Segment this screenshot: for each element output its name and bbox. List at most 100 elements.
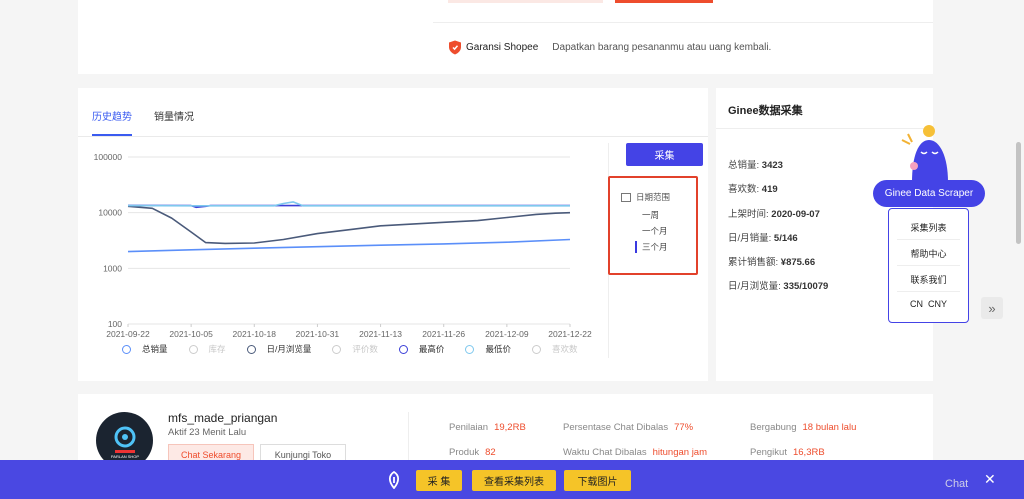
stat-value: ¥875.66	[780, 257, 816, 268]
divider	[433, 22, 933, 23]
x-tick-label: 2021-09-22	[106, 329, 150, 339]
legend-dot	[246, 344, 256, 354]
y-tick-label: 100	[108, 319, 122, 329]
stat-value: 419	[761, 184, 778, 195]
legend-total-sales[interactable]: 总销量	[122, 343, 168, 355]
metric-label: Waktu Chat Dibalas	[563, 447, 647, 458]
shield-icon	[449, 40, 461, 55]
trend-line-chart: 100000 10000 1000 1002021-09-22 2021-10-05 20…	[94, 152, 592, 339]
legend-dot	[531, 344, 541, 354]
metric-followers: Pengikut 16,3RB	[750, 447, 825, 458]
stat-label: 累计销售额:	[728, 257, 779, 268]
add-to-cart-button[interactable]	[448, 0, 603, 3]
metric-label: Bergabung	[750, 422, 797, 433]
x-tick-label: 2021-11-13	[359, 329, 402, 339]
legend-label: 最低价	[485, 344, 511, 354]
ginee-scraper-badge[interactable]: Ginee Data Scraper	[873, 180, 985, 207]
legend-min-price[interactable]: 最低价	[465, 343, 511, 355]
expand-chevron-icon[interactable]: »	[981, 297, 1003, 319]
metric-value: hitungan jam	[652, 447, 708, 458]
legend-dot	[122, 344, 131, 354]
metric-ratings: Penilaian 19,2RB	[449, 422, 526, 433]
legend-views[interactable]: 日/月浏览量	[246, 343, 312, 355]
menu-divider	[897, 265, 960, 266]
avatar-text: PARLAN SHOP	[110, 454, 138, 459]
y-tick-label: 100000	[94, 152, 123, 162]
series-line-3	[127, 201, 570, 207]
view-collect-list-button[interactable]: 查看采集列表	[472, 470, 556, 491]
stat-label: 日/月浏览量:	[728, 281, 781, 292]
guarantee-title: Garansi Shopee	[466, 42, 539, 53]
tabs-divider	[78, 136, 708, 137]
date-range-title: 日期范围	[621, 191, 670, 203]
chat-button[interactable]: Chat	[945, 478, 968, 490]
menu-item-contact-us[interactable]: 联系我们	[889, 273, 968, 286]
legend-reviews[interactable]: 评价数	[332, 343, 378, 355]
metric-value: 18 bulan lalu	[802, 422, 857, 433]
legend-max-price[interactable]: 最高价	[398, 343, 445, 355]
x-tick-label: 2021-12-22	[548, 329, 592, 339]
legend-dot	[398, 344, 408, 354]
legend-dot	[465, 344, 475, 354]
stat-value: 3423	[761, 160, 783, 171]
stat-total-revenue: 累计销售额: ¥875.66	[728, 254, 815, 268]
range-option-month[interactable]: 一个月	[636, 225, 668, 237]
shop-name[interactable]: mfs_made_priangan	[168, 411, 277, 425]
range-option-three-months[interactable]: 三个月	[635, 241, 668, 253]
metric-value: 16,3RB	[792, 447, 825, 458]
stat-label: 日/月销量:	[728, 233, 772, 244]
shop-active-status: Aktif 23 Menit Lalu	[168, 427, 247, 438]
tab-history-trend[interactable]: 历史趋势	[92, 108, 132, 136]
download-images-button[interactable]: 下载图片	[564, 470, 631, 491]
stat-label: 喜欢数:	[728, 184, 760, 195]
stat-label: 上架时间:	[728, 209, 769, 220]
buy-now-button[interactable]	[615, 0, 713, 3]
ginee-mascot-icon[interactable]	[896, 122, 956, 187]
shop-logo-icon: PARLAN SHOP	[110, 426, 139, 459]
series-line-0	[127, 238, 571, 253]
x-tick-label: 2021-12-09	[485, 329, 529, 339]
stat-value: 335/10079	[783, 281, 829, 292]
metric-label: Persentase Chat Dibalas	[563, 422, 669, 433]
stat-daily-monthly-sales: 日/月销量: 5/146	[728, 230, 798, 244]
series-line-1	[127, 205, 571, 245]
date-range-label: 日期范围	[636, 192, 671, 202]
metric-chat-response-time: Waktu Chat Dibalas hitungan jam	[563, 447, 707, 458]
menu-divider	[897, 239, 960, 240]
ginee-logo-icon	[388, 471, 400, 489]
date-range-selector: 日期范围 一周 一个月 三个月	[608, 176, 698, 275]
stat-views: 日/月浏览量: 335/10079	[728, 278, 828, 292]
legend-label: 喜欢数	[551, 344, 578, 354]
x-tick-label: 2021-10-05	[169, 329, 213, 339]
legend-label: 日/月浏览量	[266, 344, 312, 354]
menu-item-collect-list[interactable]: 采集列表	[889, 221, 968, 234]
metric-value: 82	[485, 447, 496, 458]
metric-joined: Bergabung 18 bulan lalu	[750, 422, 856, 433]
x-tick-label: 2021-10-31	[296, 329, 340, 339]
metric-products: Produk 82	[449, 447, 496, 458]
scraper-menu: 采集列表 帮助中心 联系我们 CN CNY	[888, 208, 969, 323]
legend-likes[interactable]: 喜欢数	[531, 343, 578, 355]
tab-sales[interactable]: 销量情况	[154, 108, 194, 136]
shopee-guarantee: Garansi Shopee Dapatkan barang pesananmu…	[448, 40, 771, 55]
metric-chat-response-rate: Persentase Chat Dibalas 77%	[563, 422, 693, 433]
legend-stock[interactable]: 库存	[188, 343, 226, 355]
chart-legend: 总销量 库存 日/月浏览量 评价数 最高价 最低价 喜欢数	[122, 343, 598, 355]
stat-likes: 喜欢数: 419	[728, 181, 778, 195]
range-option-week[interactable]: 一周	[636, 209, 659, 221]
menu-item-help-center[interactable]: 帮助中心	[889, 247, 968, 260]
ginee-title: Ginee数据采集	[728, 105, 803, 117]
menu-item-language-currency[interactable]: CN CNY	[889, 299, 968, 309]
legend-label: 评价数	[352, 344, 378, 354]
legend-label: 最高价	[418, 344, 445, 354]
close-icon[interactable]: ✕	[984, 471, 996, 488]
stat-label: 总销量:	[728, 160, 760, 171]
collect-action-button[interactable]: 采 集	[416, 470, 462, 491]
stat-value: 2020-09-07	[771, 209, 820, 220]
collect-button[interactable]: 采集	[626, 143, 703, 166]
legend-dot	[332, 344, 342, 354]
metric-value: 77%	[674, 422, 694, 433]
scrollbar[interactable]	[1016, 142, 1021, 244]
metric-label: Penilaian	[449, 422, 489, 433]
stat-total-sales: 总销量: 3423	[728, 157, 783, 171]
